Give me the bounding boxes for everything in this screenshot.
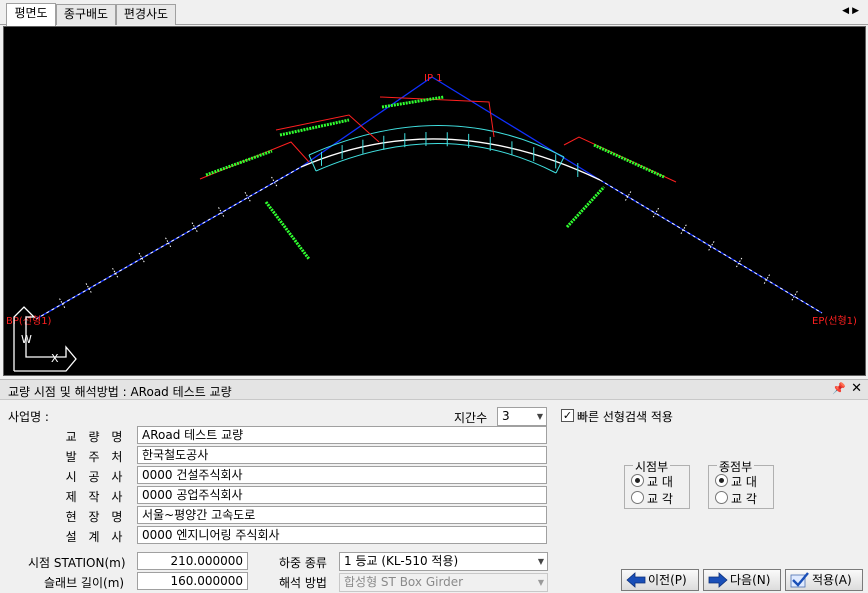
ip-label: IP 1 (424, 73, 443, 84)
station-tick (735, 257, 743, 269)
ep-label: EP(선형1) (812, 315, 857, 327)
fast-search-checkbox[interactable]: ✓ (561, 409, 574, 422)
station-tick (85, 283, 93, 295)
station-tick (624, 191, 632, 203)
station-tick (707, 241, 715, 252)
site-name-field[interactable]: 서울~평양간 고속도로 (137, 506, 547, 524)
tab-longitudinal-profile[interactable]: 종구배도 (56, 4, 116, 25)
dimension-right (563, 136, 677, 183)
slab-length-label: 슬래브 길이(m) (44, 576, 125, 590)
chevron-down-icon: ▼ (537, 557, 544, 566)
end-abutment-radio[interactable] (715, 474, 728, 487)
tangent-lines (35, 76, 823, 320)
station-tick (762, 274, 771, 286)
dimension-left (199, 141, 310, 180)
project-label: 사업명 : (8, 410, 49, 424)
plan-drawing-canvas[interactable]: IP 1 BP(선형1) EP(선형1) W X (3, 26, 866, 376)
station-tick (679, 224, 687, 236)
tab-scroll-right-icon[interactable]: ▶ (852, 6, 862, 16)
dimension-left-upper (275, 114, 380, 143)
designer-label: 설 계 사 (65, 530, 127, 544)
tab-bar: 평면도 종구배도 편경사도 ◀▶ (0, 0, 868, 26)
designer-field[interactable]: 0000 엔지니어링 주식회사 (137, 526, 547, 544)
bridge-name-field[interactable]: ARoad 테스트 교량 (137, 426, 547, 444)
station-tick (651, 207, 660, 219)
client-label: 발 주 처 (65, 450, 127, 464)
station-tick (59, 298, 66, 310)
tab-plan-view[interactable]: 평면도 (6, 3, 56, 26)
pin-icon[interactable]: 📌 (832, 382, 846, 395)
span-count-label: 지간수 (454, 411, 488, 425)
prev-button-label: 이전(P) (648, 573, 687, 587)
load-type-label: 하중 종류 (279, 556, 327, 570)
manufacturer-field[interactable]: 0000 공업주식회사 (137, 486, 547, 504)
contractor-field[interactable]: 0000 건설주식회사 (137, 466, 547, 484)
manufacturer-label: 제 작 사 (65, 490, 127, 504)
arrow-left-icon (626, 572, 646, 588)
tab-scroll-left-icon[interactable]: ◀ (842, 6, 852, 16)
start-abutment-radio[interactable] (631, 474, 644, 487)
end-pier-radio[interactable] (715, 491, 728, 504)
start-station-label: 시점 STATION(m) (28, 556, 126, 570)
bridge-name-label: 교 량 명 (65, 430, 127, 444)
bridge-info-panel: 교량 시점 및 해석방법 : ARoad 테스트 교량 📌 ✕ 사업명 : 지간… (0, 379, 868, 593)
station-label-mark (264, 201, 311, 260)
apply-button-label: 적용(A) (812, 573, 852, 587)
next-button[interactable]: 다음(N) (703, 569, 781, 591)
slab-length-field[interactable]: 160.000000 (137, 572, 248, 590)
load-type-value: 1 등교 (KL-510 적용) (344, 554, 459, 568)
end-pier-label: 교 각 (731, 492, 757, 506)
panel-title: 교량 시점 및 해석방법 : ARoad 테스트 교량 (8, 385, 232, 399)
dimension-top (379, 96, 495, 138)
load-type-select[interactable]: 1 등교 (KL-510 적용) ▼ (339, 552, 548, 571)
span-count-value: 3 (502, 409, 510, 423)
analysis-method-label: 해석 방법 (279, 576, 327, 590)
checkmark-icon (790, 572, 809, 588)
start-pier-label: 교 각 (647, 492, 673, 506)
start-support-group: 시점부 교 대 교 각 (624, 458, 690, 509)
end-abutment-label: 교 대 (731, 475, 757, 489)
span-count-select[interactable]: 3 ▼ (497, 407, 547, 426)
station-tick (271, 176, 278, 188)
apply-button[interactable]: 적용(A) (785, 569, 863, 591)
axis-x-label: X (51, 352, 59, 365)
station-label-mark (593, 143, 665, 179)
station-label-mark (565, 185, 606, 229)
station-tick (790, 290, 798, 302)
chevron-down-icon: ▼ (537, 578, 544, 587)
tab-superelevation[interactable]: 편경사도 (116, 4, 176, 25)
start-abutment-label: 교 대 (647, 475, 673, 489)
contractor-label: 시 공 사 (65, 470, 127, 484)
bridge-offset-curve-inner (315, 143, 557, 174)
analysis-method-select[interactable]: 합성형 ST Box Girder ▼ (339, 573, 548, 592)
tab-scroll-buttons: ◀▶ (842, 6, 862, 16)
client-field[interactable]: 한국철도공사 (137, 446, 547, 464)
plan-drawing: IP 1 BP(선형1) EP(선형1) W X (6, 73, 857, 372)
station-tick-marks (59, 132, 798, 310)
site-name-label: 현 장 명 (65, 510, 127, 524)
station-tick (165, 237, 172, 249)
prev-button[interactable]: 이전(P) (621, 569, 699, 591)
bridge-end-edge (555, 156, 565, 174)
panel-header: 교량 시점 및 해석방법 : ARoad 테스트 교량 📌 ✕ (0, 380, 868, 400)
arrow-right-icon (708, 572, 728, 588)
close-icon[interactable]: ✕ (851, 381, 862, 396)
fast-search-label: 빠른 선형검색 적용 (577, 410, 673, 424)
start-station-field[interactable]: 210.000000 (137, 552, 248, 570)
tangent-right-upper (431, 76, 601, 181)
start-pier-radio[interactable] (631, 491, 644, 504)
analysis-method-value: 합성형 ST Box Girder (344, 575, 464, 589)
end-support-group: 종점부 교 대 교 각 (708, 458, 774, 509)
station-tick (191, 222, 199, 234)
next-button-label: 다음(N) (730, 573, 771, 587)
axis-w-label: W (21, 333, 32, 346)
chevron-down-icon: ▼ (536, 412, 543, 421)
station-tick (218, 207, 225, 219)
